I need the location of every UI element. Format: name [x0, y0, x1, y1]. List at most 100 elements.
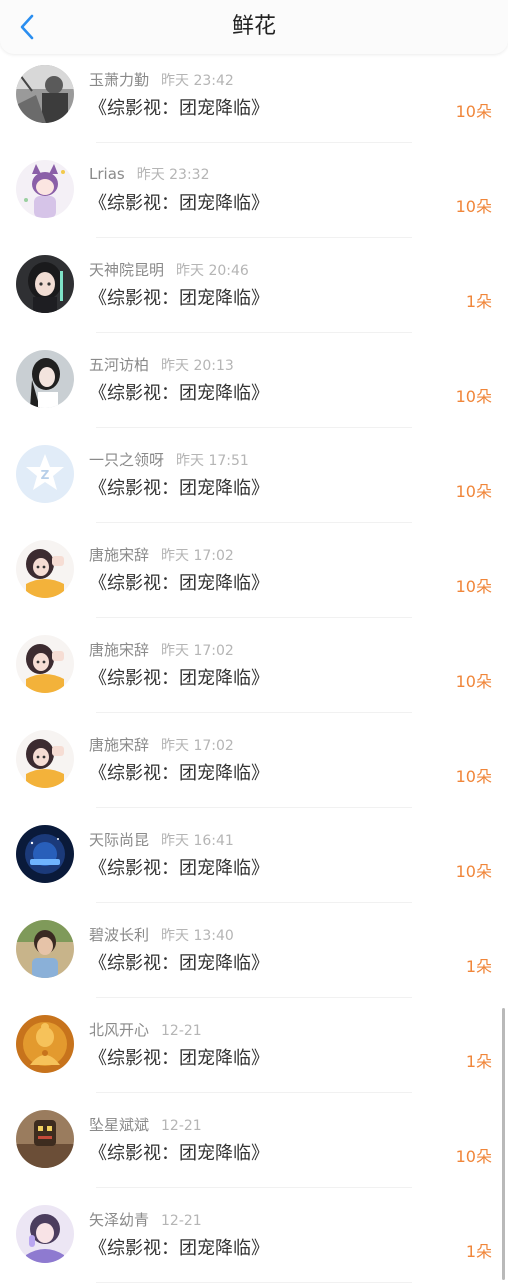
flower-record-row[interactable]: 唐施宋辞 昨天 17:02 《综影视：团宠降临》 10朵: [0, 523, 508, 618]
user-name-text: 五河访柏: [89, 356, 150, 374]
timestamp: 昨天 17:02: [161, 738, 234, 754]
flower-count: 1朵: [465, 292, 492, 311]
avatar-girl-yellow-icon: [16, 730, 74, 788]
flower-count: 1朵: [465, 1242, 492, 1261]
avatar[interactable]: [16, 825, 74, 883]
flower-count: 10朵: [455, 1147, 492, 1166]
flower-count: 10朵: [455, 767, 492, 786]
flower-count: 1朵: [465, 957, 492, 976]
book-title: 《综影视：团宠降临》: [89, 763, 269, 784]
book-title: 《综影视：团宠降临》: [89, 1048, 269, 1069]
user-name-text: 矢泽幼青: [89, 1211, 150, 1229]
flower-record-row[interactable]: 唐施宋辞 昨天 17:02 《综影视：团宠降临》 10朵: [0, 713, 508, 808]
user-name: 碧波长利 昨天 13:40: [89, 924, 234, 945]
avatar[interactable]: [16, 540, 74, 598]
avatar-girl-yellow-icon: [16, 635, 74, 693]
avatar-cat-girl-icon: [16, 160, 74, 218]
flower-count: 10朵: [455, 577, 492, 596]
flower-record-row[interactable]: 天际尚昆 昨天 16:41 《综影视：团宠降临》 10朵: [0, 808, 508, 903]
flower-record-row[interactable]: 玉萧力勤 昨天 23:42 《综影视：团宠降临》 10朵: [0, 48, 508, 143]
avatar[interactable]: [16, 920, 74, 978]
timestamp: 昨天 20:13: [161, 358, 234, 374]
avatar[interactable]: [16, 1110, 74, 1168]
user-name: 坠星斌斌 12-21: [89, 1114, 202, 1135]
avatar-long-hair-icon: [16, 350, 74, 408]
flower-count: 10朵: [455, 482, 492, 501]
user-name-text: 唐施宋辞: [89, 736, 150, 754]
avatar-boy-tree-icon: [16, 920, 74, 978]
flower-record-row[interactable]: 矢泽幼青 12-21 《综影视：团宠降临》 1朵: [0, 1188, 508, 1283]
user-name-text: 天神院昆明: [89, 261, 165, 279]
flower-record-row[interactable]: Lrias 昨天 23:32 《综影视：团宠降临》 10朵: [0, 143, 508, 238]
user-name-text: 玉萧力勤: [89, 71, 150, 89]
user-name: 天神院昆明 昨天 20:46: [89, 259, 249, 280]
flower-count: 10朵: [455, 197, 492, 216]
book-title: 《综影视：团宠降临》: [89, 953, 269, 974]
user-name: 唐施宋辞 昨天 17:02: [89, 639, 234, 660]
avatar[interactable]: [16, 350, 74, 408]
flower-record-row[interactable]: 天神院昆明 昨天 20:46 《综影视：团宠降临》 1朵: [0, 238, 508, 333]
avatar[interactable]: [16, 1015, 74, 1073]
user-name-text: 天际尚昆: [89, 831, 150, 849]
scrollbar[interactable]: [502, 1008, 505, 1280]
timestamp: 昨天 13:40: [161, 928, 234, 944]
avatar[interactable]: [16, 1205, 74, 1263]
timestamp: 昨天 20:46: [176, 263, 249, 279]
user-name: 五河访柏 昨天 20:13: [89, 354, 234, 375]
flower-record-row[interactable]: Z 一只之领呀 昨天 17:51 《综影视：团宠降临》 10朵: [0, 428, 508, 523]
avatar-golden-buddha-icon: [16, 1015, 74, 1073]
avatar[interactable]: [16, 160, 74, 218]
flower-record-list: 玉萧力勤 昨天 23:42 《综影视：团宠降临》 10朵 Lrias 昨天 23:3…: [0, 48, 508, 1283]
avatar-grayscale-photo-icon: [16, 65, 74, 123]
avatar-girl-yellow-icon: [16, 540, 74, 598]
header-bar: 鲜花: [0, 0, 508, 54]
flower-record-row[interactable]: 五河访柏 昨天 20:13 《综影视：团宠降临》 10朵: [0, 333, 508, 428]
flower-count: 10朵: [455, 672, 492, 691]
avatar-brown-figure-icon: [16, 1110, 74, 1168]
book-title: 《综影视：团宠降临》: [89, 573, 269, 594]
user-name: 唐施宋辞 昨天 17:02: [89, 544, 234, 565]
avatar-purple-girl-icon: [16, 1205, 74, 1263]
book-title: 《综影视：团宠降临》: [89, 858, 269, 879]
book-title: 《综影视：团宠降临》: [89, 193, 269, 214]
timestamp: 昨天 17:51: [176, 453, 249, 469]
timestamp: 昨天 23:32: [136, 167, 210, 183]
user-name-text: 碧波长利: [89, 926, 150, 944]
timestamp: 昨天 17:02: [161, 643, 234, 659]
flower-record-row[interactable]: 坠星斌斌 12-21 《综影视：团宠降临》 10朵: [0, 1093, 508, 1188]
flower-record-row[interactable]: 唐施宋辞 昨天 17:02 《综影视：团宠降临》 10朵: [0, 618, 508, 713]
book-title: 《综影视：团宠降临》: [89, 478, 269, 499]
avatar[interactable]: Z: [16, 445, 74, 503]
book-title: 《综影视：团宠降临》: [89, 98, 269, 119]
flower-count: 10朵: [455, 862, 492, 881]
user-name-text: 唐施宋辞: [89, 641, 150, 659]
flower-record-row[interactable]: 碧波长利 昨天 13:40 《综影视：团宠降临》 1朵: [0, 903, 508, 998]
svg-text:Z: Z: [41, 468, 50, 482]
user-name: Lrias 昨天 23:32: [89, 164, 210, 184]
flower-count: 10朵: [455, 387, 492, 406]
user-name: 玉萧力勤 昨天 23:42: [89, 69, 234, 90]
page-title: 鲜花: [231, 14, 276, 39]
flower-count: 10朵: [455, 102, 492, 121]
book-title: 《综影视：团宠降临》: [89, 1238, 269, 1259]
avatar[interactable]: [16, 635, 74, 693]
book-title: 《综影视：团宠降临》: [89, 383, 269, 404]
avatar-dark-girl-icon: [16, 255, 74, 313]
flower-record-row[interactable]: 北风开心 12-21 《综影视：团宠降临》 1朵: [0, 998, 508, 1093]
user-name: 矢泽幼青 12-21: [89, 1209, 202, 1230]
user-name: 一只之领呀 昨天 17:51: [89, 449, 249, 470]
avatar-blue-logo-icon: [16, 825, 74, 883]
avatar[interactable]: [16, 730, 74, 788]
timestamp: 12-21: [161, 1118, 202, 1134]
book-title: 《综影视：团宠降临》: [89, 288, 269, 309]
user-name-text: 唐施宋辞: [89, 546, 150, 564]
book-title: 《综影视：团宠降临》: [89, 1143, 269, 1164]
timestamp: 12-21: [161, 1213, 202, 1229]
user-name-text: 北风开心: [89, 1021, 150, 1039]
timestamp: 昨天 23:42: [161, 73, 234, 89]
flower-count: 1朵: [465, 1052, 492, 1071]
avatar[interactable]: [16, 255, 74, 313]
timestamp: 12-21: [161, 1023, 202, 1039]
user-name-text: 坠星斌斌: [89, 1116, 150, 1134]
avatar[interactable]: [16, 65, 74, 123]
